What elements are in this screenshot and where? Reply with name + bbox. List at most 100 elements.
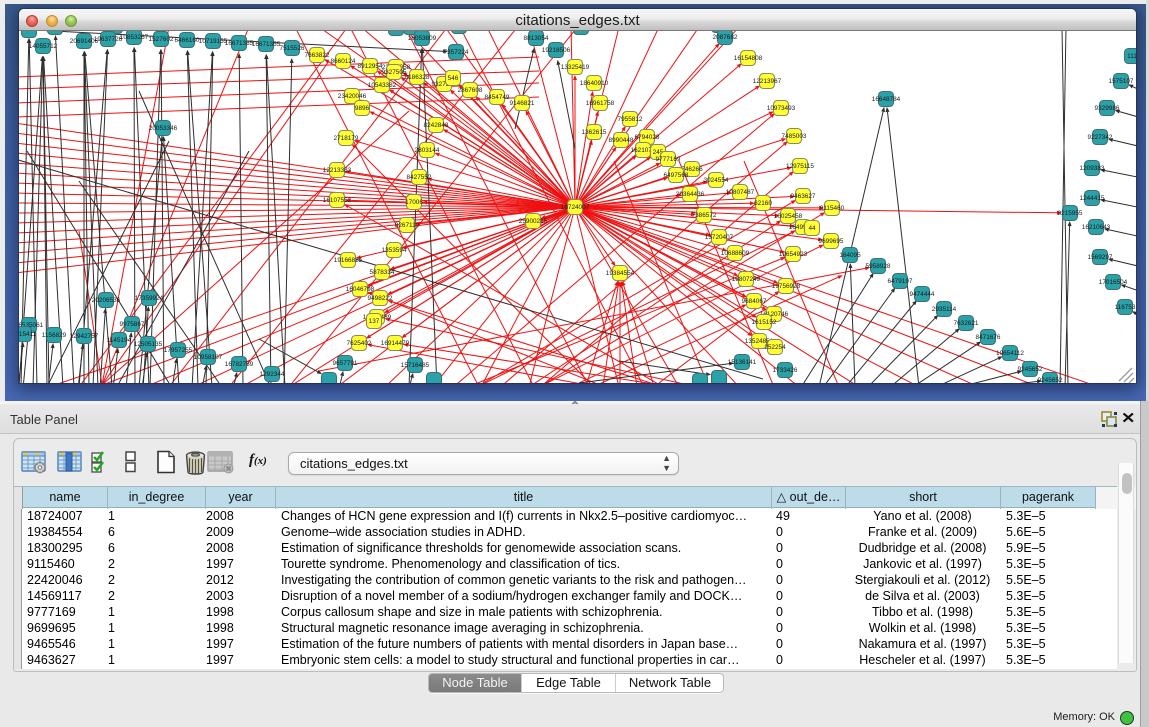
svg-text:10973493: 10973493 bbox=[767, 105, 796, 112]
svg-text:12942757: 12942757 bbox=[70, 333, 99, 340]
svg-text:18807249: 18807249 bbox=[732, 276, 761, 283]
svg-text:7663822: 7663822 bbox=[305, 52, 330, 59]
svg-text:10958107: 10958107 bbox=[194, 354, 223, 361]
svg-text:1575107: 1575107 bbox=[1109, 78, 1134, 85]
svg-text:16046798: 16046798 bbox=[346, 286, 375, 293]
svg-text:164095: 164095 bbox=[839, 252, 861, 259]
svg-text:19384554: 19384554 bbox=[606, 270, 635, 277]
svg-text:20206536: 20206536 bbox=[92, 297, 121, 304]
svg-text:19218506: 19218506 bbox=[542, 47, 571, 54]
svg-text:18724007: 18724007 bbox=[561, 204, 590, 211]
svg-text:25900215: 25900215 bbox=[519, 218, 548, 225]
svg-text:1353594: 1353594 bbox=[382, 247, 407, 254]
svg-text:44: 44 bbox=[808, 225, 816, 232]
svg-text:20364436: 20364436 bbox=[676, 191, 705, 198]
svg-text:10688609: 10688609 bbox=[721, 250, 750, 257]
svg-text:8242848: 8242848 bbox=[424, 122, 449, 129]
svg-text:17957255: 17957255 bbox=[164, 347, 193, 354]
svg-text:5878334: 5878334 bbox=[370, 269, 395, 276]
svg-text:12975115: 12975115 bbox=[786, 163, 814, 170]
svg-text:10543382: 10543382 bbox=[368, 82, 397, 89]
svg-text:1156829: 1156829 bbox=[42, 332, 67, 339]
svg-text:9699695: 9699695 bbox=[819, 238, 844, 245]
svg-text:8660124: 8660124 bbox=[331, 58, 356, 65]
svg-text:9115460: 9115460 bbox=[820, 205, 845, 212]
svg-text:19166825: 19166825 bbox=[334, 257, 363, 264]
svg-text:10654112: 10654112 bbox=[996, 350, 1024, 357]
svg-text:7386572: 7386572 bbox=[692, 212, 717, 219]
svg-text:19654923: 19654923 bbox=[779, 251, 808, 258]
svg-text:9146821: 9146821 bbox=[510, 100, 535, 107]
svg-text:546: 546 bbox=[448, 75, 459, 82]
svg-text:9463627: 9463627 bbox=[791, 193, 816, 200]
svg-text:116753: 116753 bbox=[1115, 304, 1136, 311]
svg-text:16671385: 16671385 bbox=[225, 40, 254, 47]
svg-text:16961758: 16961758 bbox=[586, 100, 615, 107]
svg-text:62160: 62160 bbox=[754, 200, 772, 207]
svg-text:2718179: 2718179 bbox=[334, 135, 359, 142]
svg-text:3915411: 3915411 bbox=[19, 331, 37, 338]
svg-text:7955812: 7955812 bbox=[618, 116, 643, 123]
svg-text:8990448: 8990448 bbox=[609, 137, 634, 144]
svg-text:8427552: 8427552 bbox=[407, 174, 432, 181]
svg-text:1145194: 1145194 bbox=[107, 337, 132, 344]
svg-text:12213967: 12213967 bbox=[753, 78, 782, 85]
svg-text:2087682: 2087682 bbox=[713, 34, 738, 41]
svg-text:19637726: 19637726 bbox=[94, 36, 123, 43]
svg-text:15136141: 15136141 bbox=[728, 359, 757, 366]
svg-text:8813054: 8813054 bbox=[524, 35, 549, 42]
svg-text:19756928: 19756928 bbox=[772, 283, 801, 290]
svg-text:1292344: 1292344 bbox=[260, 371, 285, 378]
svg-text:1569297: 1569297 bbox=[1088, 254, 1113, 261]
svg-text:137: 137 bbox=[369, 318, 380, 325]
svg-text:9227342: 9227342 bbox=[1088, 134, 1113, 141]
svg-text:9245652: 9245652 bbox=[1038, 377, 1063, 383]
svg-text:6466160: 6466160 bbox=[175, 37, 200, 44]
svg-text:8267110: 8267110 bbox=[395, 222, 420, 229]
svg-text:17359924: 17359924 bbox=[135, 295, 164, 302]
svg-text:1209383: 1209383 bbox=[1080, 165, 1105, 172]
svg-text:10807487: 10807487 bbox=[726, 189, 755, 196]
svg-text:12213383: 12213383 bbox=[323, 167, 352, 174]
svg-text:20053346: 20053346 bbox=[149, 125, 178, 132]
svg-text:8454749: 8454749 bbox=[485, 94, 510, 101]
svg-text:9329986: 9329986 bbox=[1095, 105, 1120, 112]
svg-text:7357224: 7357224 bbox=[444, 49, 469, 56]
svg-text:9474444: 9474444 bbox=[910, 291, 935, 298]
svg-text:7515526: 7515526 bbox=[280, 45, 305, 52]
svg-text:16053809: 16053809 bbox=[408, 35, 437, 42]
svg-text:8215955: 8215955 bbox=[1058, 210, 1083, 217]
svg-text:9657791: 9657791 bbox=[333, 360, 358, 367]
svg-text:6794028: 6794028 bbox=[635, 134, 660, 141]
svg-text:9896: 9896 bbox=[355, 105, 370, 112]
svg-text:10853267: 10853267 bbox=[120, 34, 149, 41]
svg-text:14055712: 14055712 bbox=[29, 43, 58, 50]
svg-text:2803144: 2803144 bbox=[415, 147, 440, 154]
svg-text:16648784: 16648784 bbox=[872, 96, 901, 103]
svg-text:15720407: 15720407 bbox=[705, 234, 734, 241]
svg-text:9975867: 9975867 bbox=[120, 321, 145, 328]
svg-text:9684067: 9684067 bbox=[742, 298, 767, 305]
svg-text:7485003: 7485003 bbox=[782, 133, 807, 140]
svg-text:16782759: 16782759 bbox=[225, 361, 254, 368]
svg-text:1615152: 1615152 bbox=[752, 319, 777, 326]
svg-text:16107552: 16107552 bbox=[323, 197, 352, 204]
svg-text:3024554: 3024554 bbox=[704, 177, 729, 184]
svg-text:6479197: 6479197 bbox=[888, 278, 913, 285]
svg-text:9245652: 9245652 bbox=[1018, 366, 1043, 373]
svg-text:5958928: 5958928 bbox=[866, 263, 891, 270]
svg-text:2867608: 2867608 bbox=[458, 87, 483, 94]
svg-text:9777169: 9777169 bbox=[656, 156, 681, 163]
svg-text:8912954: 8912954 bbox=[358, 63, 383, 70]
svg-text:111: 111 bbox=[1127, 53, 1136, 60]
svg-text:7632621: 7632621 bbox=[954, 320, 979, 327]
svg-text:15716485: 15716485 bbox=[401, 362, 430, 369]
svg-text:6497568: 6497568 bbox=[664, 172, 689, 179]
svg-text:10025458: 10025458 bbox=[774, 213, 803, 220]
svg-text:1244415: 1244415 bbox=[1080, 195, 1105, 202]
svg-text:17016504: 17016504 bbox=[1099, 279, 1128, 286]
svg-text:1527602: 1527602 bbox=[149, 36, 174, 43]
svg-text:13325419: 13325419 bbox=[561, 64, 590, 71]
svg-text:17006: 17006 bbox=[405, 199, 423, 206]
svg-text:7625402: 7625402 bbox=[347, 340, 372, 347]
